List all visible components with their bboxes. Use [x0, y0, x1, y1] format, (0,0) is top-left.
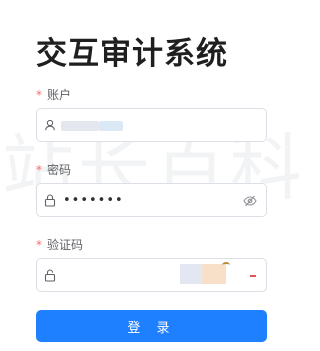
password-label: 密码	[47, 163, 72, 177]
captcha-image[interactable]	[170, 262, 260, 288]
password-input[interactable]	[63, 184, 266, 216]
page-title: 交互审计系统	[36, 36, 228, 72]
lock-icon	[37, 259, 63, 291]
captcha-glyph	[250, 275, 256, 277]
required-mark: *	[36, 88, 42, 102]
lock-icon	[37, 184, 63, 216]
eye-hidden-icon[interactable]	[243, 193, 257, 212]
captcha-label: 验证码	[47, 238, 84, 252]
redacted-mask	[61, 121, 99, 131]
required-mark: *	[36, 238, 42, 252]
account-label-row: * 账户	[36, 87, 71, 103]
captcha-glyph	[180, 264, 202, 284]
required-mark: *	[36, 163, 42, 177]
account-label: 账户	[47, 88, 72, 102]
user-icon	[37, 109, 63, 141]
login-button[interactable]: 登 录	[36, 310, 267, 342]
captcha-label-row: * 验证码	[36, 237, 83, 253]
captcha-field[interactable]	[36, 258, 267, 292]
captcha-glyph	[222, 262, 230, 268]
redacted-mask	[99, 121, 123, 131]
account-field[interactable]	[36, 108, 267, 142]
password-field[interactable]	[36, 183, 267, 217]
password-label-row: * 密码	[36, 162, 71, 178]
